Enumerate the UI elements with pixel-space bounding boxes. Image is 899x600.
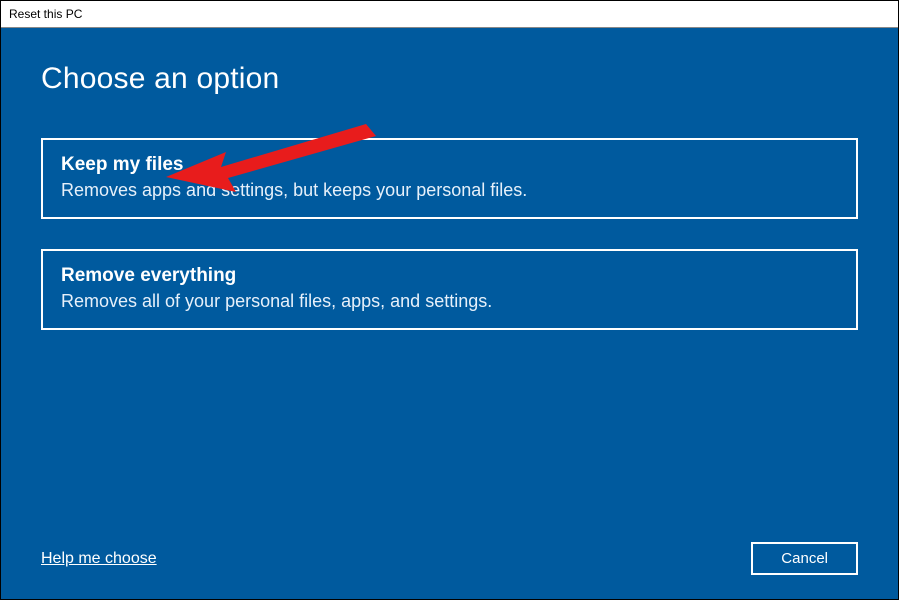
option-description: Removes all of your personal files, apps… <box>61 291 838 312</box>
option-title: Remove everything <box>61 265 838 287</box>
reset-pc-window: Reset this PC Choose an option Keep my f… <box>0 0 899 600</box>
option-remove-everything[interactable]: Remove everything Removes all of your pe… <box>41 249 858 330</box>
content-area: Choose an option Keep my files Removes a… <box>1 28 898 599</box>
help-me-choose-link[interactable]: Help me choose <box>41 550 157 568</box>
page-title: Choose an option <box>41 62 858 96</box>
cancel-button[interactable]: Cancel <box>751 542 858 575</box>
footer: Help me choose Cancel <box>41 532 858 575</box>
window-title: Reset this PC <box>9 7 82 21</box>
options-list: Keep my files Removes apps and settings,… <box>41 138 858 330</box>
titlebar: Reset this PC <box>1 1 898 28</box>
option-description: Removes apps and settings, but keeps you… <box>61 180 838 201</box>
option-title: Keep my files <box>61 154 838 176</box>
option-keep-my-files[interactable]: Keep my files Removes apps and settings,… <box>41 138 858 219</box>
